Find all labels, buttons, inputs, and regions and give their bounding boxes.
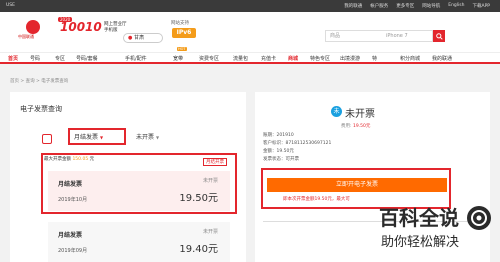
nav-item-tariff[interactable]: 资费专区	[199, 55, 219, 62]
watermark-title: 百科全说	[379, 206, 459, 230]
detail-amount: 金额：19.50元	[263, 149, 294, 154]
invoice-amount: 19.50元	[179, 193, 218, 204]
breadcrumb: 首页 > 查询 > 电子发票查询	[10, 79, 69, 84]
tab-unbilled[interactable]: 未开票 ▼	[136, 132, 159, 141]
chevron-down-icon: ▼	[155, 135, 160, 140]
main-nav: 首页 号码 专区 号码/套餐 手机/配件 宽带 HOT 资费专区 流量包 充值卡…	[0, 47, 500, 64]
detail-customer-id: 客户标识：8718112530697121	[263, 141, 332, 146]
unbilled-icon: 未	[331, 106, 342, 117]
tab-monthly-label: 月结发票	[74, 134, 99, 141]
invoice-name: 月结发票	[58, 181, 83, 188]
nav-item-zone[interactable]: 专区	[55, 55, 65, 62]
nav-item-featured[interactable]: 特色专区	[310, 55, 330, 62]
fee-label: 费用:	[341, 124, 352, 129]
logo-text: 中国联通	[18, 34, 34, 39]
invoice-query-panel: 电子发票查询 月结发票 ▼ 未开票 ▼ 最大开票金额 150.05 元 月结开票…	[10, 92, 246, 262]
invoice-card[interactable]: 月结发票 2019年10月 未开票 19.50元	[48, 171, 230, 211]
nav-item-broadband[interactable]: 宽带	[173, 55, 183, 62]
invoice-name: 月结发票	[58, 232, 83, 239]
tab-monthly-invoice[interactable]: 月结发票 ▼	[74, 132, 103, 141]
topbar-link-app[interactable]: 下载APP	[472, 3, 490, 9]
invoice-date: 2019年09月	[58, 248, 88, 254]
detail-invoice-status: 发票状态：可开票	[263, 157, 299, 162]
top-bar: USE 我的联通 帐户服务 更多专区 网站导航 English 下载APP	[0, 0, 500, 12]
ipv6-label: 网站支持	[171, 21, 189, 26]
nav-item-topup[interactable]: 充值卡	[261, 55, 276, 62]
slogan: 网上营业厅 手机版	[104, 22, 127, 34]
topbar-link-account[interactable]: 帐户服务	[370, 3, 388, 9]
detail-title: 未开票	[345, 109, 375, 120]
fee-value: 19.50元	[352, 124, 371, 129]
max-amount: 最大开票金额 150.05 元	[44, 156, 94, 162]
search-prefix: 商品	[330, 33, 341, 39]
nav-item-roaming[interactable]: 出境漫游	[340, 55, 360, 62]
topbar-link-sitemap[interactable]: 网站导航	[422, 3, 440, 9]
invoice-amount: 19.40元	[179, 244, 218, 255]
topbar-link-my-unicom[interactable]: 我的联通	[344, 3, 362, 9]
issue-note: 即本次开票金额19.50元，最大可	[283, 197, 350, 202]
nav-item-special[interactable]: 特	[372, 55, 377, 62]
slogan-line-2: 手机版	[104, 28, 118, 33]
search-icon	[435, 32, 443, 40]
invoice-date: 2019年10月	[58, 197, 88, 203]
detail-billing-period: 账期：201910	[263, 133, 294, 138]
hot-badge: HOT	[177, 47, 187, 51]
fee: 费用: 19.50元	[341, 123, 370, 129]
nav-item-data[interactable]: 流量包	[233, 55, 248, 62]
search-button[interactable]	[433, 30, 445, 42]
invoice-status: 未开票	[202, 229, 218, 235]
topbar-left: USE	[6, 3, 15, 8]
nav-item-plans[interactable]: 号码/套餐	[76, 55, 98, 62]
page-title: 电子发票查询	[20, 105, 62, 113]
unicom-logo-icon[interactable]	[26, 20, 40, 34]
issue-e-invoice-button[interactable]: 立即开电子发票	[267, 178, 447, 192]
calendar-icon	[42, 134, 52, 144]
city-name: 甘肃	[133, 35, 144, 41]
topbar-link-english[interactable]: English	[448, 3, 464, 9]
topbar-links: 我的联通 帐户服务 更多专区 网站导航 English 下载APP	[344, 3, 490, 9]
invoice-status: 未开票	[202, 178, 218, 184]
nav-item-mall[interactable]: 商城	[288, 55, 298, 62]
nav-item-home[interactable]: 首页	[8, 55, 18, 62]
chevron-down-icon: ▼	[99, 135, 104, 140]
logo-number: 10010	[60, 20, 102, 34]
watermark-subtitle: 助你轻松解决	[381, 235, 460, 250]
ipv6-badge: IPv6	[172, 28, 196, 38]
city-selector[interactable]: ● 甘肃	[123, 33, 163, 43]
invoice-card[interactable]: 月结发票 2019年09月 未开票 19.40元	[48, 222, 230, 262]
max-amount-label: 最大开票金额	[44, 157, 71, 162]
search-placeholder: iPhone 7	[386, 33, 408, 39]
nav-item-number[interactable]: 号码	[30, 55, 40, 62]
watermark-logo-icon	[467, 206, 491, 230]
tab-unbilled-label: 未开票	[136, 134, 155, 141]
max-amount-unit: 元	[89, 157, 95, 162]
location-pin-icon: ●	[128, 35, 133, 41]
nav-item-points[interactable]: 积分商城	[400, 55, 420, 62]
search-input[interactable]: 商品 iPhone 7	[325, 30, 433, 42]
nav-item-my-unicom[interactable]: 我的联通	[432, 55, 452, 62]
monthly-invoice-tag: 月结开票	[203, 158, 227, 166]
nav-item-phones[interactable]: 手机/配件	[125, 55, 147, 62]
topbar-link-more[interactable]: 更多专区	[396, 3, 414, 9]
max-amount-value: 150.05	[72, 157, 89, 162]
